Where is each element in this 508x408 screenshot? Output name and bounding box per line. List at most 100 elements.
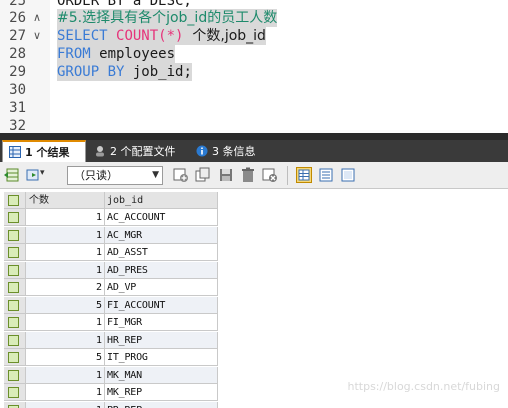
- keyword-group-by: GROUP BY: [57, 64, 125, 80]
- cell-count[interactable]: 1: [26, 244, 105, 261]
- row-checkbox[interactable]: [4, 349, 26, 366]
- cell-job-id[interactable]: IT_PROG: [105, 349, 218, 366]
- tab-messages-label: 3 条信息: [212, 145, 256, 158]
- save-icon[interactable]: [218, 167, 234, 183]
- checkbox-icon: [8, 369, 19, 381]
- row-checkbox[interactable]: [4, 296, 26, 314]
- cell-count[interactable]: 1: [26, 366, 105, 384]
- tab-results[interactable]: 1 个结果: [2, 140, 86, 162]
- tab-profiles-label: 2 个配置文件: [110, 145, 176, 158]
- editor-line[interactable]: 28 FROM employees: [0, 45, 508, 63]
- column-header-count[interactable]: 个数: [26, 192, 105, 209]
- editor-line[interactable]: 29 GROUP BY job_id;: [0, 63, 508, 81]
- sql-editor[interactable]: 25 ORDER BY a DESC; 26 ∧ #5.选择具有各个job_id…: [0, 0, 508, 133]
- line-number: 27: [9, 28, 26, 44]
- line-number: 31: [9, 100, 26, 116]
- info-icon: [196, 145, 208, 157]
- duplicate-row-icon[interactable]: [195, 167, 211, 183]
- cell-count[interactable]: 1: [26, 209, 105, 226]
- line-number: 30: [9, 82, 26, 98]
- cell-job-id[interactable]: MK_REP: [105, 384, 218, 401]
- text-view-icon[interactable]: [340, 167, 356, 183]
- checkbox-icon: [8, 334, 19, 346]
- cell-job-id[interactable]: FI_ACCOUNT: [105, 296, 218, 314]
- form-view-icon[interactable]: [318, 167, 334, 183]
- cell-count[interactable]: 2: [26, 279, 105, 296]
- profile-icon: [96, 146, 104, 157]
- fold-collapse-icon[interactable]: ∧: [33, 9, 47, 27]
- readonly-mode-value: （只读）: [74, 169, 118, 182]
- row-checkbox[interactable]: [4, 331, 26, 349]
- checkbox-icon: [8, 317, 19, 328]
- tab-messages[interactable]: 3 条信息: [190, 140, 270, 162]
- cell-job-id[interactable]: AC_MGR: [105, 226, 218, 244]
- fold-expand-icon[interactable]: ∨: [33, 27, 47, 45]
- column-header-job-id[interactable]: job_id: [105, 192, 218, 209]
- checkbox-icon: [8, 352, 19, 363]
- cell-count[interactable]: 1: [26, 261, 105, 279]
- checkbox-icon: [8, 299, 19, 311]
- results-toolbar: ▾ （只读） ▼: [0, 162, 508, 189]
- editor-line[interactable]: 30: [0, 81, 508, 99]
- cell-job-id[interactable]: AD_ASST: [105, 244, 218, 261]
- row-checkbox[interactable]: [4, 401, 26, 408]
- checkbox-icon: [8, 282, 19, 293]
- line-number: 28: [9, 46, 26, 62]
- editor-line[interactable]: 26 ∧ #5.选择具有各个job_id的员工人数: [0, 9, 508, 27]
- keyword-select: SELECT: [57, 28, 108, 44]
- cell-count[interactable]: 1: [26, 226, 105, 244]
- code-text: GROUP BY job_id;: [57, 63, 192, 81]
- line-number: 26: [9, 10, 26, 26]
- keyword-from: FROM: [57, 46, 91, 62]
- cell-count[interactable]: 1: [26, 401, 105, 408]
- table-name: employees: [90, 46, 176, 62]
- watermark-text: https://blog.csdn.net/fubing: [347, 380, 500, 393]
- cancel-changes-icon[interactable]: [262, 167, 278, 183]
- cell-job-id[interactable]: AC_ACCOUNT: [105, 209, 218, 226]
- cell-count[interactable]: 1: [26, 314, 105, 331]
- line-number: 29: [9, 64, 26, 80]
- checkbox-icon: [8, 387, 19, 398]
- cell-count[interactable]: 1: [26, 331, 105, 349]
- delete-icon[interactable]: [240, 167, 256, 183]
- cell-job-id[interactable]: AD_PRES: [105, 261, 218, 279]
- cell-job-id[interactable]: HR_REP: [105, 331, 218, 349]
- cell-job-id[interactable]: AD_VP: [105, 279, 218, 296]
- export-grid-icon[interactable]: [4, 167, 20, 183]
- cell-job-id[interactable]: PR_REP: [105, 401, 218, 408]
- tab-results-label: 1 个结果: [25, 146, 70, 159]
- add-row-icon[interactable]: [173, 167, 189, 183]
- readonly-mode-select[interactable]: （只读） ▼: [67, 166, 163, 185]
- row-checkbox[interactable]: [4, 226, 26, 244]
- select-list: 个数,job_id: [183, 28, 266, 44]
- tab-strip-border: [0, 133, 508, 140]
- editor-line[interactable]: 27 ∨ SELECT COUNT(*) 个数,job_id: [0, 27, 508, 45]
- row-checkbox[interactable]: [4, 366, 26, 384]
- line-number: 32: [9, 118, 26, 133]
- function-args: (*): [158, 28, 184, 44]
- cell-job-id[interactable]: FI_MGR: [105, 314, 218, 331]
- editor-line[interactable]: 32: [0, 117, 508, 133]
- editor-line[interactable]: 31: [0, 99, 508, 117]
- chevron-down-icon[interactable]: ▾: [40, 168, 45, 178]
- row-checkbox[interactable]: [4, 244, 26, 261]
- row-checkbox[interactable]: [4, 261, 26, 279]
- tab-profiles[interactable]: 2 个配置文件: [88, 140, 186, 162]
- code-text: SELECT COUNT(*) 个数,job_id: [57, 27, 266, 45]
- row-checkbox[interactable]: [4, 314, 26, 331]
- row-checkbox[interactable]: [4, 209, 26, 226]
- cell-job-id[interactable]: MK_MAN: [105, 366, 218, 384]
- row-checkbox[interactable]: [4, 384, 26, 401]
- grid-icon: [9, 146, 21, 158]
- function-count: COUNT: [116, 28, 159, 44]
- grid-view-icon[interactable]: [296, 167, 312, 183]
- cell-count[interactable]: 5: [26, 296, 105, 314]
- checkbox-icon: [8, 195, 19, 206]
- checkbox-icon: [8, 229, 19, 241]
- checkbox-icon: [8, 212, 19, 223]
- code-text: FROM employees: [57, 45, 176, 63]
- row-checkbox[interactable]: [4, 279, 26, 296]
- cell-count[interactable]: 5: [26, 349, 105, 366]
- cell-count[interactable]: 1: [26, 384, 105, 401]
- select-all-checkbox[interactable]: [4, 192, 26, 209]
